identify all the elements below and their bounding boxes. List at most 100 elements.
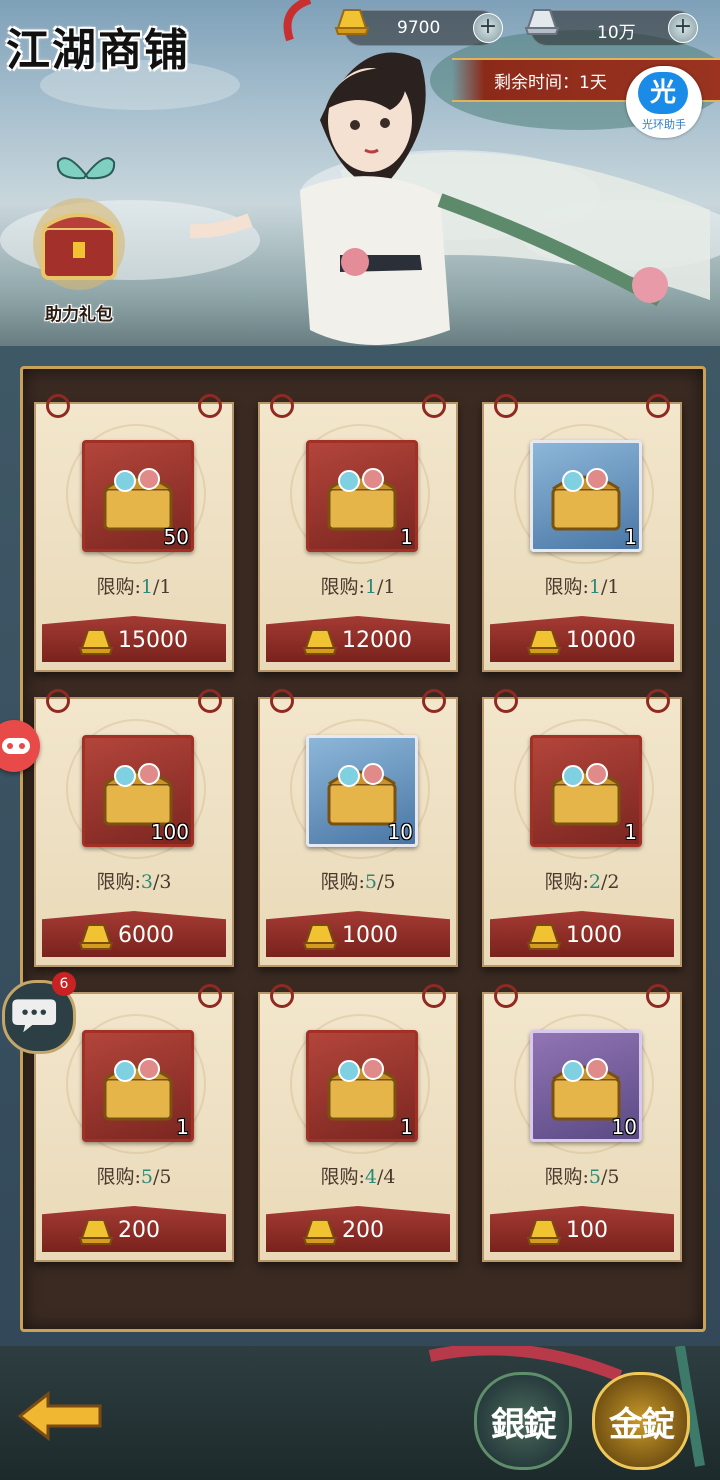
card-ring: [46, 689, 70, 713]
item-icon[interactable]: 10: [306, 735, 418, 847]
page-title: 江湖商铺: [6, 25, 190, 76]
card-ring: [646, 984, 670, 1008]
gold-ingot-icon: [526, 1219, 562, 1245]
shop-item-card[interactable]: 100 限购:3/3 6000: [34, 689, 234, 967]
limit-max: 5: [159, 1166, 172, 1188]
limit-label: 限购:: [320, 576, 365, 598]
item-icon[interactable]: 1: [530, 440, 642, 552]
limit-current: 5: [364, 871, 377, 893]
price-value: 200: [342, 1218, 384, 1243]
limit-label: 限购:: [96, 576, 141, 598]
item-quantity: 100: [150, 820, 189, 844]
shop-item-card[interactable]: 1 限购:1/1 10000: [482, 394, 682, 672]
item-icon[interactable]: 100: [82, 735, 194, 847]
price-value: 200: [118, 1218, 160, 1243]
item-icon[interactable]: 1: [82, 1030, 194, 1142]
game-controller-button[interactable]: [0, 720, 40, 772]
gold-ingot-icon: [78, 924, 114, 950]
price-value: 1000: [342, 923, 398, 948]
purchase-limit: 限购:4/4: [260, 1162, 456, 1189]
price-value: 6000: [118, 923, 174, 948]
treasure-item-icon: [551, 468, 621, 531]
card-ring: [494, 689, 518, 713]
shop-item-card[interactable]: 1 限购:4/4 200: [258, 984, 458, 1262]
gold-ingot-icon: [526, 629, 562, 655]
treasure-item-icon: [327, 468, 397, 531]
shop-item-card[interactable]: 10 限购:5/5 1000: [258, 689, 458, 967]
limit-current: 1: [364, 576, 377, 598]
purchase-limit: 限购:5/5: [260, 867, 456, 894]
card-ring: [270, 984, 294, 1008]
add-gold-button[interactable]: +: [473, 13, 503, 43]
gold-ingot-icon: [334, 9, 370, 35]
shop-item-card[interactable]: 10 限购:5/5 100: [482, 984, 682, 1262]
buy-button[interactable]: 200: [266, 1206, 450, 1252]
limit-max: 1: [383, 576, 396, 598]
limit-label: 限购:: [544, 1166, 589, 1188]
gold-ingot-icon: [526, 924, 562, 950]
card-ring: [198, 689, 222, 713]
purchase-limit: 限购:1/1: [260, 572, 456, 599]
shop-item-card[interactable]: 1 限购:2/2 1000: [482, 689, 682, 967]
item-quantity: 1: [400, 1115, 413, 1139]
item-icon[interactable]: 1: [306, 1030, 418, 1142]
item-icon[interactable]: 1: [306, 440, 418, 552]
back-arrow-icon[interactable]: [14, 1388, 104, 1444]
buy-button[interactable]: 15000: [42, 616, 226, 662]
gold-ingot-icon: [302, 629, 338, 655]
assistant-button[interactable]: 光 光环助手: [626, 66, 702, 138]
limit-max: 1: [607, 576, 620, 598]
assistant-icon: 光: [638, 72, 688, 114]
purchase-limit: 限购:5/5: [484, 1162, 680, 1189]
item-quantity: 50: [163, 525, 189, 549]
limit-label: 限购:: [96, 871, 141, 893]
item-icon[interactable]: 1: [530, 735, 642, 847]
item-icon[interactable]: 50: [82, 440, 194, 552]
treasure-item-icon: [327, 1058, 397, 1121]
price-value: 10000: [566, 628, 636, 653]
limit-max: 3: [159, 871, 172, 893]
card-ring: [270, 394, 294, 418]
card-ring: [422, 984, 446, 1008]
buy-button[interactable]: 1000: [490, 911, 674, 957]
butterfly-icon: [56, 157, 116, 180]
gold-ingot-icon: [302, 1219, 338, 1245]
banner: 江湖商铺 9700 + 10万 + 剩余时间：1天 光 光环助手 助力礼包: [0, 0, 720, 370]
limit-max: 4: [383, 1166, 396, 1188]
limit-current: 1: [588, 576, 601, 598]
gold-ingot-tab[interactable]: 金錠: [592, 1372, 690, 1470]
limit-label: 限购:: [320, 1166, 365, 1188]
buy-button[interactable]: 6000: [42, 911, 226, 957]
gold-ingot-icon: [78, 629, 114, 655]
hero-illustration: [190, 0, 720, 345]
purchase-limit: 限购:1/1: [36, 572, 232, 599]
shop-item-card[interactable]: 1 限购:1/1 12000: [258, 394, 458, 672]
buy-button[interactable]: 1000: [266, 911, 450, 957]
limit-current: 5: [588, 1166, 601, 1188]
chat-badge: 6: [52, 972, 76, 996]
limit-current: 4: [364, 1166, 377, 1188]
card-ring: [270, 689, 294, 713]
buy-button[interactable]: 12000: [266, 616, 450, 662]
price-value: 12000: [342, 628, 412, 653]
gold-ingot-tab-label: 金錠: [609, 1405, 675, 1445]
buy-button[interactable]: 100: [490, 1206, 674, 1252]
item-quantity: 1: [176, 1115, 189, 1139]
limit-current: 5: [140, 1166, 153, 1188]
buy-button[interactable]: 10000: [490, 616, 674, 662]
shop-item-card[interactable]: 50 限购:1/1 15000: [34, 394, 234, 672]
card-ring: [198, 984, 222, 1008]
item-quantity: 10: [611, 1115, 637, 1139]
silver-ingot-tab[interactable]: 銀錠: [474, 1372, 572, 1470]
add-silver-button[interactable]: +: [668, 13, 698, 43]
card-ring: [646, 689, 670, 713]
treasure-chest-icon: [33, 198, 125, 290]
buy-button[interactable]: 200: [42, 1206, 226, 1252]
gift-pack-button[interactable]: 助力礼包: [26, 150, 132, 326]
assistant-label: 光环助手: [642, 118, 686, 131]
item-icon[interactable]: 10: [530, 1030, 642, 1142]
card-ring: [46, 394, 70, 418]
purchase-limit: 限购:3/3: [36, 867, 232, 894]
price-value: 15000: [118, 628, 188, 653]
limit-label: 限购:: [96, 1166, 141, 1188]
